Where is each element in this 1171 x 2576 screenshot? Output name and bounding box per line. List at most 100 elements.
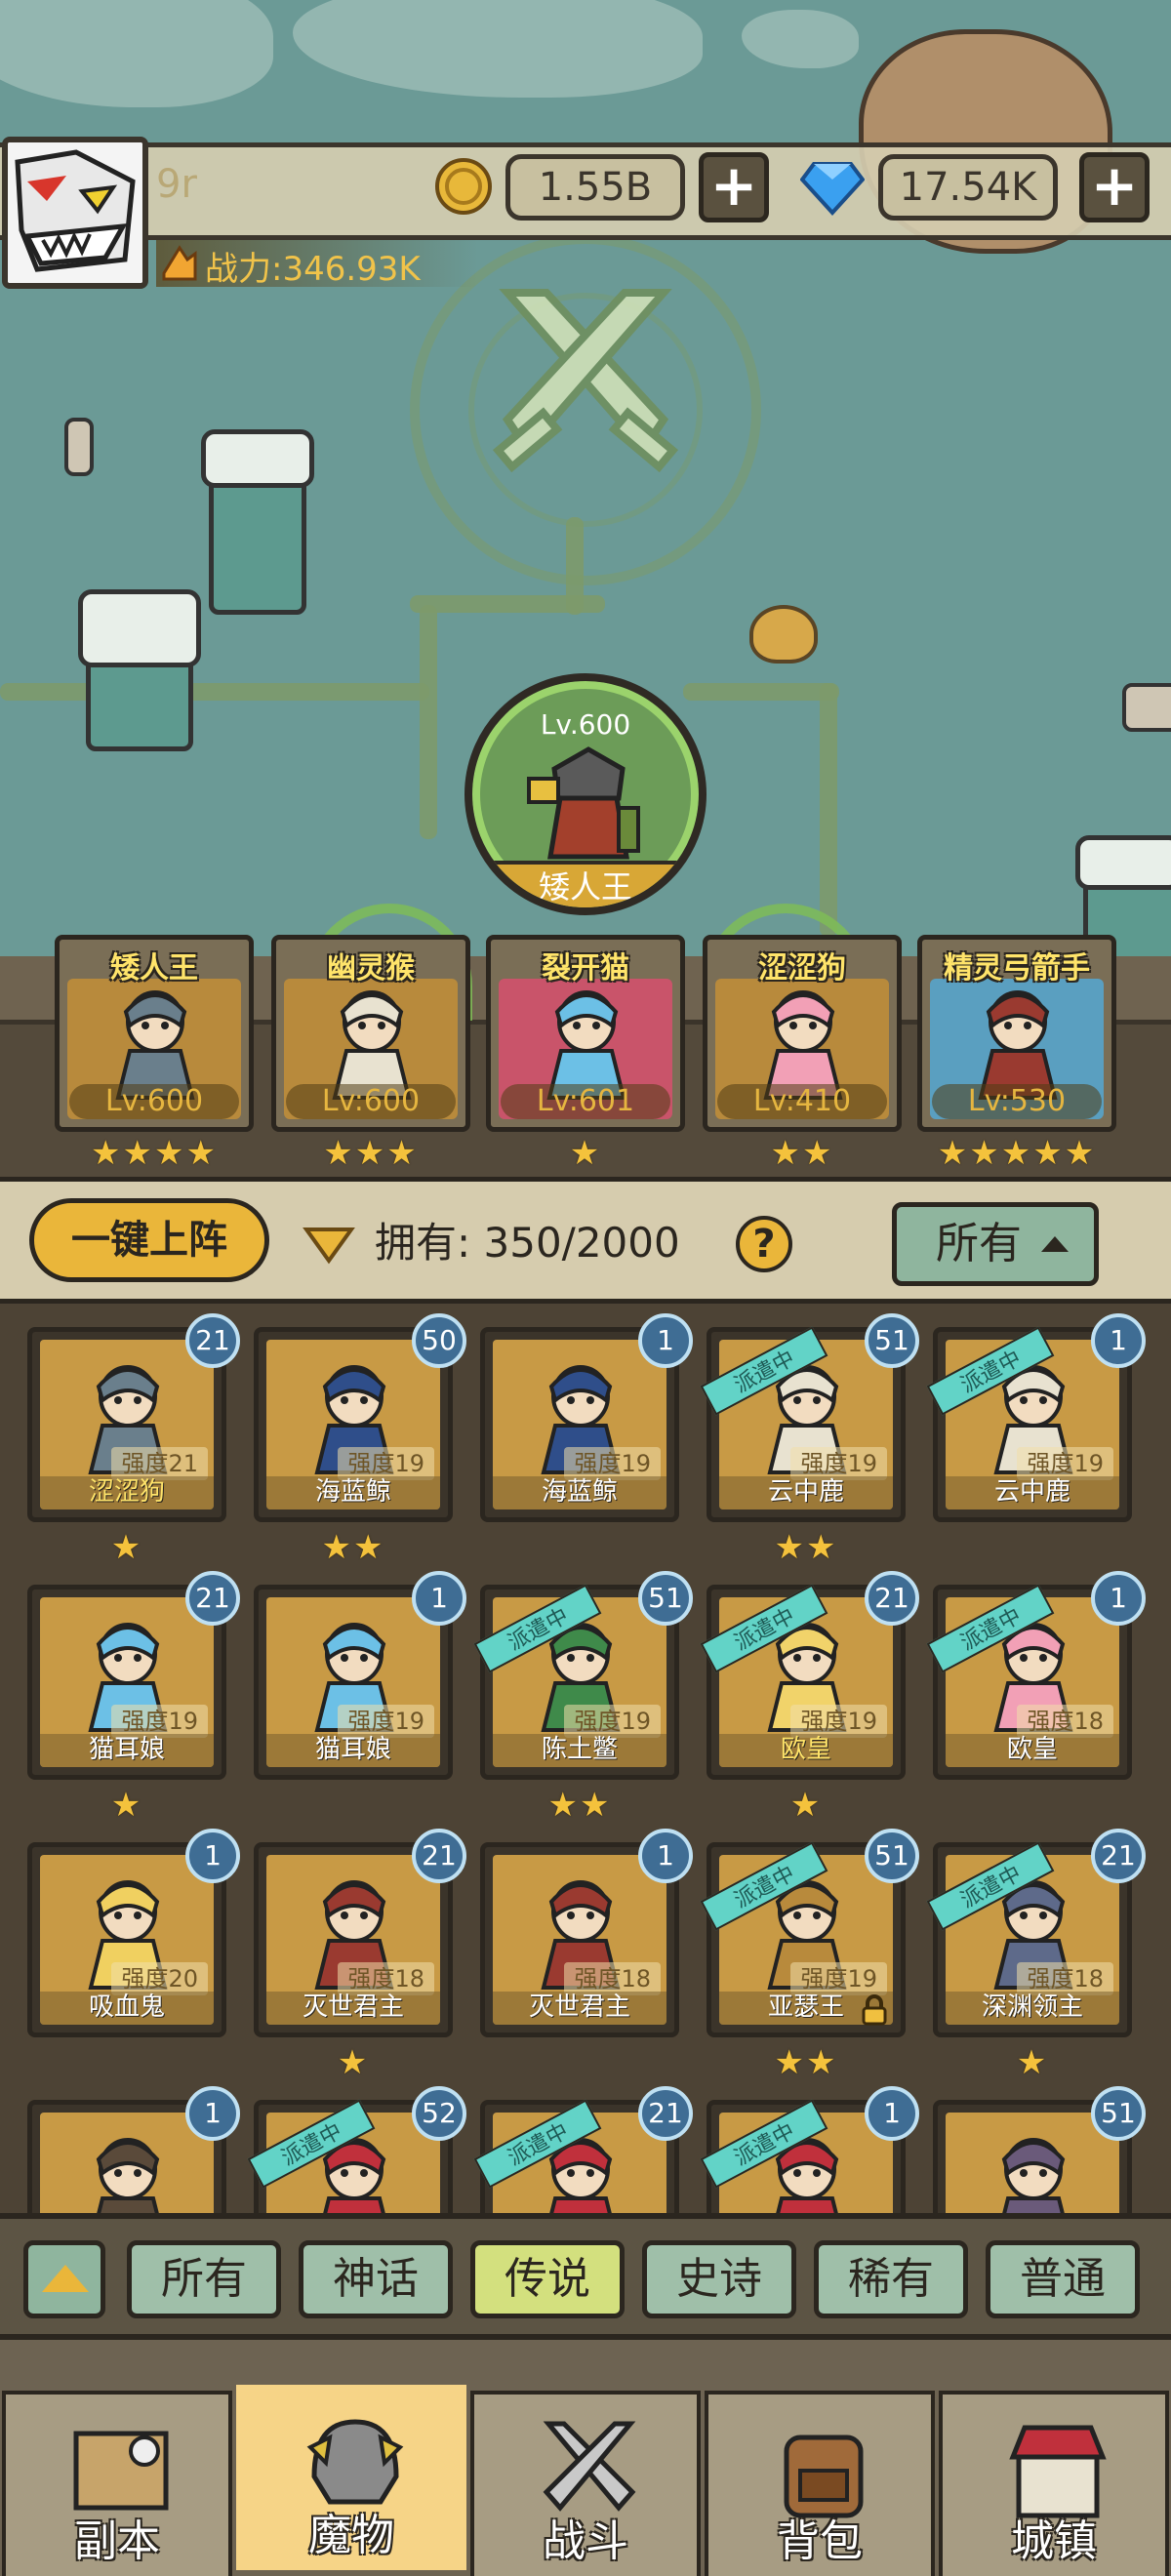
monster-portrait (332, 990, 412, 1100)
star-rating: ★ (569, 1134, 602, 1173)
monster-portrait (115, 990, 195, 1100)
player-name: 9r (156, 162, 197, 207)
strength-label: 强度21 (111, 1447, 208, 1480)
strength-label: 强度19 (564, 1447, 661, 1480)
gem-amount: 17.54K (878, 154, 1058, 221)
nav-label: 魔物 (308, 2511, 394, 2560)
combat-power: 战力:346.93K (205, 250, 421, 289)
count-badge: 50 (412, 1313, 466, 1368)
monster-name: 海蓝鲸 (493, 1476, 666, 1509)
monster-portrait (978, 990, 1058, 1100)
rarity-filter-4[interactable]: 稀有 (814, 2240, 968, 2318)
count-badge: 21 (185, 1571, 240, 1626)
count-badge: 1 (1091, 1571, 1146, 1626)
monster-name: 吸血鬼 (40, 1992, 214, 2025)
team-slot-level: Lv:601 (501, 1084, 670, 1119)
filter-label: 所有 (936, 1219, 1022, 1268)
strength-label: 强度18 (338, 1962, 434, 1995)
nav-tab-3[interactable]: 背包 (705, 2391, 935, 2576)
nav-label: 副本 (74, 2516, 160, 2566)
triangle-up-icon (1041, 1236, 1069, 1252)
nav-label: 城镇 (1011, 2516, 1097, 2566)
count-badge: 21 (865, 1571, 919, 1626)
add-coins-button[interactable]: + (699, 152, 769, 222)
count-badge: 51 (638, 1571, 693, 1626)
sort-arrow-icon[interactable] (303, 1222, 355, 1265)
auto-deploy-button[interactable]: 一键上阵 (29, 1198, 269, 1282)
rarity-filter-0[interactable]: 所有 (127, 2240, 281, 2318)
count-badge: 51 (1091, 2086, 1146, 2141)
coin-amount: 1.55B (505, 154, 685, 221)
add-gems-button[interactable]: + (1079, 152, 1150, 222)
nav-tab-0[interactable]: 副本 (2, 2391, 232, 2576)
nav-tab-1[interactable]: 魔物 (236, 2385, 466, 2570)
player-avatar[interactable] (2, 137, 148, 289)
lock-icon (862, 1994, 887, 2026)
team-slot[interactable]: 矮人王 Lv:600 (55, 935, 254, 1132)
team-slot-name: 裂开猫 (542, 951, 629, 986)
rarity-filter-3[interactable]: 史诗 (642, 2240, 796, 2318)
count-badge: 51 (865, 1829, 919, 1883)
star-rating: ★ (789, 1786, 823, 1825)
rarity-filter-2[interactable]: 传说 (470, 2240, 625, 2318)
monster-name: 深渊领主 (946, 1992, 1119, 2025)
dwarf-king-portrait (527, 746, 640, 860)
owned-count: 拥有: 350/2000 (375, 1219, 680, 1267)
star-rating: ★★ (774, 2043, 838, 2082)
team-slot-level: Lv:600 (69, 1084, 239, 1119)
count-badge: 21 (638, 2086, 693, 2141)
strength-label: 强度19 (790, 1705, 887, 1738)
monster-name: 云中鹿 (719, 1476, 893, 1509)
monster-portrait (96, 2138, 160, 2213)
strength-label: 强度19 (564, 1705, 661, 1738)
monster-name: 猫耳娘 (40, 1734, 214, 1767)
rarity-filter-1[interactable]: 神话 (299, 2240, 453, 2318)
monster-portrait (763, 990, 843, 1100)
team-slot[interactable]: 裂开猫 Lv:601 (486, 935, 685, 1132)
monster-name: 灭世君主 (493, 1992, 666, 2025)
nav-tab-4[interactable]: 城镇 (939, 2391, 1169, 2576)
count-badge: 1 (865, 2086, 919, 2141)
featured-name: 矮人王 (472, 861, 699, 907)
strength-label: 强度18 (564, 1962, 661, 1995)
monster-name: 云中鹿 (946, 1476, 1119, 1509)
monster-portrait (546, 990, 626, 1100)
star-rating: ★★ (770, 1134, 834, 1173)
monster-name: 欧皇 (719, 1734, 893, 1767)
strength-label: 强度20 (111, 1962, 208, 1995)
team-slot-name: 精灵弓箭手 (944, 951, 1090, 986)
stump (1122, 683, 1171, 732)
count-badge: 1 (638, 1313, 693, 1368)
filter-dropdown[interactable]: 所有 (892, 1202, 1099, 1286)
team-slot[interactable]: 幽灵猴 Lv:600 (271, 935, 470, 1132)
count-badge: 21 (1091, 1829, 1146, 1883)
star-rating: ★★★★★ (937, 1134, 1097, 1173)
rarity-filter-5[interactable]: 普通 (986, 2240, 1140, 2318)
stump (64, 418, 94, 476)
star-rating: ★★ (321, 1528, 385, 1567)
featured-level: Lv.600 (540, 708, 631, 741)
team-slot[interactable]: 精灵弓箭手 Lv:530 (917, 935, 1116, 1132)
team-slot[interactable]: 涩涩狗 Lv:410 (703, 935, 902, 1132)
star-rating: ★★★★ (91, 1134, 218, 1173)
count-badge: 52 (412, 2086, 466, 2141)
monster-portrait (1001, 2138, 1066, 2213)
count-badge: 51 (865, 1313, 919, 1368)
count-badge: 21 (185, 1313, 240, 1368)
collapse-button[interactable] (23, 2240, 105, 2318)
monster-name: 海蓝鲸 (266, 1476, 440, 1509)
count-badge: 21 (412, 1829, 466, 1883)
star-rating: ★ (1016, 2043, 1049, 2082)
power-icon (162, 245, 197, 281)
nav-tab-2[interactable]: 战斗 (470, 2391, 701, 2576)
strength-label: 强度19 (1017, 1447, 1113, 1480)
count-badge: 1 (412, 1571, 466, 1626)
team-slot-name: 涩涩狗 (758, 951, 846, 986)
count-badge: 1 (638, 1829, 693, 1883)
star-rating: ★ (110, 1786, 143, 1825)
team-slot-level: Lv:600 (286, 1084, 456, 1119)
strength-label: 强度19 (790, 1962, 887, 1995)
team-slot-name: 矮人王 (110, 951, 198, 986)
help-icon[interactable]: ? (736, 1216, 792, 1272)
featured-hero[interactable]: Lv.600 矮人王 (464, 673, 707, 915)
